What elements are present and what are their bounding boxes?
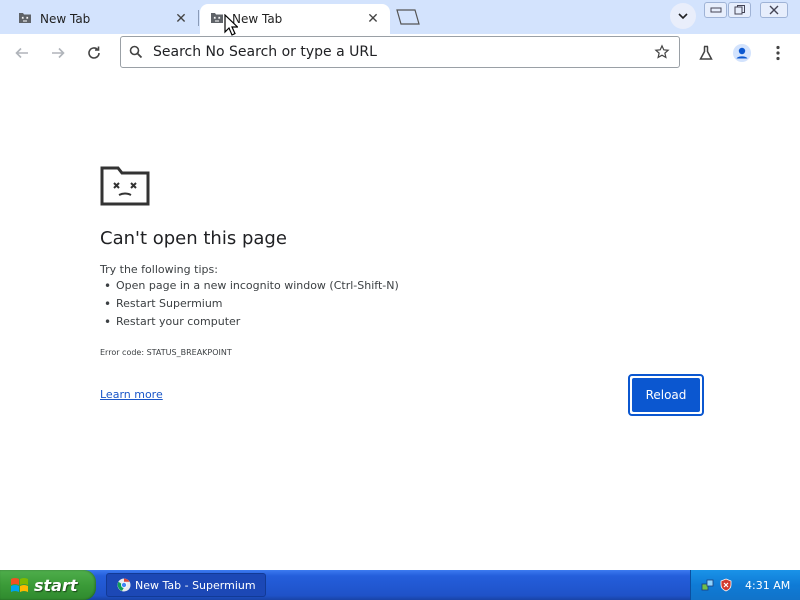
- network-icon[interactable]: [701, 578, 715, 592]
- tab-title: New Tab: [232, 12, 283, 26]
- learn-more-link[interactable]: Learn more: [100, 388, 163, 401]
- security-shield-icon[interactable]: [719, 578, 733, 592]
- reload-button-label: Reload: [632, 378, 700, 412]
- browser-icon: [117, 578, 131, 592]
- sad-folder-icon: [100, 164, 150, 209]
- tips-list: Open page in a new incognito window (Ctr…: [100, 277, 399, 331]
- close-icon: [769, 5, 779, 15]
- arrow-left-icon: [15, 47, 28, 59]
- sad-folder-icon: [210, 12, 224, 27]
- tab-new-tab-1[interactable]: New Tab ✕: [8, 4, 198, 34]
- search-icon: [121, 45, 151, 59]
- address-input[interactable]: [151, 44, 645, 60]
- forward-button[interactable]: [43, 38, 73, 68]
- restore-icon: [734, 5, 745, 15]
- arrow-right-icon: [52, 47, 65, 59]
- system-tray: 4:31 AM: [690, 570, 800, 600]
- clock: 4:31 AM: [745, 578, 791, 592]
- chevron-down-icon: [678, 13, 688, 20]
- taskbar-item-supermium[interactable]: New Tab - Supermium: [106, 573, 266, 597]
- taskbar: start New Tab - Supermium 4:31 AM: [0, 570, 800, 600]
- tips-heading: Try the following tips:: [100, 263, 218, 276]
- reload-icon: [88, 46, 100, 59]
- browser-toolbar: [0, 34, 800, 73]
- page-content: Can't open this page Try the following t…: [0, 72, 800, 570]
- list-item: Open page in a new incognito window (Ctr…: [104, 277, 399, 295]
- tab-search-button[interactable]: [670, 3, 696, 29]
- labs-button[interactable]: [691, 38, 721, 68]
- bookmark-star-icon[interactable]: [645, 44, 679, 60]
- menu-button[interactable]: [763, 38, 793, 68]
- new-tab-button[interactable]: [394, 8, 422, 26]
- mouse-cursor-icon: [224, 13, 239, 39]
- list-item: Restart Supermium: [104, 295, 399, 313]
- close-tab-icon[interactable]: ✕: [364, 10, 382, 28]
- list-item: Restart your computer: [104, 313, 399, 331]
- windows-logo-icon: [10, 576, 30, 594]
- error-code: Error code: STATUS_BREAKPOINT: [100, 348, 232, 357]
- maximize-button[interactable]: [728, 2, 751, 18]
- minimize-button[interactable]: [704, 2, 727, 18]
- close-window-button[interactable]: [760, 2, 788, 18]
- reload-page-button[interactable]: Reload: [628, 374, 704, 416]
- flask-icon: [699, 45, 713, 60]
- sad-folder-icon: [18, 12, 32, 27]
- back-button[interactable]: [7, 38, 37, 68]
- profile-button[interactable]: [727, 38, 757, 68]
- tab-strip: New Tab ✕ New Tab ✕: [0, 0, 800, 34]
- reload-button[interactable]: [79, 38, 109, 68]
- error-title: Can't open this page: [100, 228, 287, 249]
- omnibox[interactable]: [120, 36, 680, 68]
- close-tab-icon[interactable]: ✕: [172, 10, 190, 28]
- taskbar-item-title: New Tab - Supermium: [135, 578, 256, 592]
- tab-divider: [198, 10, 199, 26]
- new-tab-icon: [396, 9, 420, 25]
- profile-icon: [733, 44, 751, 62]
- kebab-menu-icon: [776, 45, 780, 61]
- start-label: start: [34, 575, 78, 595]
- start-button[interactable]: start: [0, 570, 96, 600]
- tab-title: New Tab: [40, 12, 91, 26]
- minimize-icon: [710, 7, 721, 13]
